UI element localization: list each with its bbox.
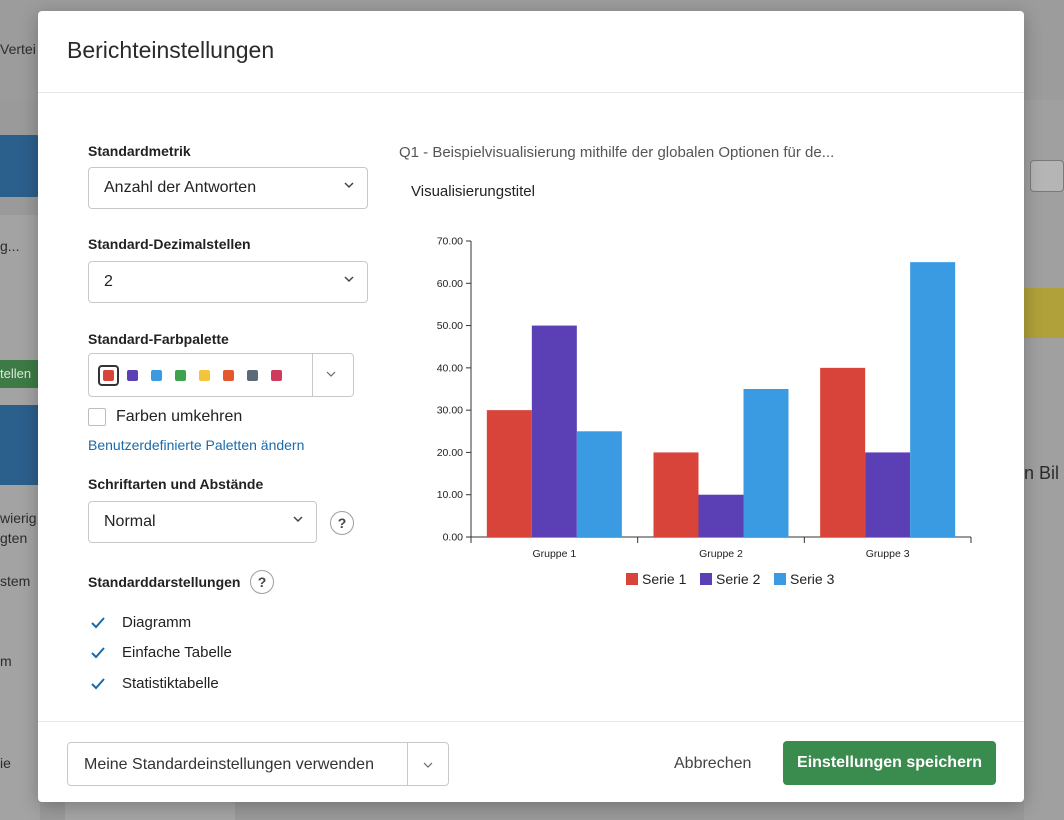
- legend-label: Serie 1: [642, 571, 687, 587]
- metric-value: Anzahl der Antworten: [104, 179, 257, 196]
- legend-swatch: [774, 573, 786, 585]
- bar-serie-1: [653, 452, 699, 537]
- report-settings-dialog: Berichteinstellungen Standardmetrik Anza…: [38, 11, 1024, 802]
- fonts-value: Normal: [104, 513, 156, 530]
- decimals-value: 2: [104, 273, 113, 290]
- bar-serie-2: [698, 494, 744, 537]
- default-views-help-icon[interactable]: ?: [250, 570, 274, 594]
- invert-colors-checkbox[interactable]: [88, 408, 106, 426]
- palette-label: Standard-Farbpalette: [88, 331, 229, 347]
- bar-serie-3: [743, 389, 789, 537]
- bg-bottom-bar: [65, 800, 235, 820]
- custom-palettes-link[interactable]: Benutzerdefinierte Paletten ändern: [88, 437, 304, 453]
- x-tick-label: Gruppe 3: [866, 548, 910, 560]
- chevron-down-icon: [344, 274, 354, 284]
- legend-swatch: [700, 573, 712, 585]
- dialog-header: Berichteinstellungen: [38, 11, 1024, 93]
- bar-serie-2: [865, 452, 911, 537]
- palette-swatch: [199, 370, 210, 381]
- bg-blue-button: [0, 135, 40, 197]
- palette-swatch: [271, 370, 282, 381]
- dialog-title: Berichteinstellungen: [67, 37, 275, 63]
- bg-blue-block: [0, 405, 38, 485]
- check-icon[interactable]: [89, 614, 107, 632]
- view-option-stats-table: Statistiktabelle: [122, 675, 219, 692]
- bar-serie-3: [576, 431, 622, 537]
- view-option-diagram: Diagramm: [122, 614, 192, 631]
- visualization-title: Visualisierungstitel: [411, 183, 535, 200]
- legend-label: Serie 2: [716, 571, 761, 587]
- y-tick-label: 0.00: [443, 532, 464, 544]
- chevron-down-icon[interactable]: [423, 760, 433, 770]
- bg-left-text: ie: [0, 755, 11, 771]
- palette-swatch: [151, 370, 162, 381]
- check-icon[interactable]: [89, 675, 107, 693]
- view-option-simple-table: Einfache Tabelle: [122, 644, 232, 661]
- use-my-defaults-button[interactable]: Meine Standardeinstellungen verwenden: [67, 742, 449, 786]
- decimals-label: Standard-Dezimalstellen: [88, 236, 251, 252]
- y-tick-label: 50.00: [437, 320, 463, 332]
- bg-left-text: stem: [0, 573, 31, 589]
- save-settings-button[interactable]: Einstellungen speichern: [783, 741, 996, 785]
- palette-swatch: [127, 370, 138, 381]
- chevron-down-icon: [344, 180, 354, 190]
- check-icon[interactable]: [89, 644, 107, 662]
- legend-swatch: [626, 573, 638, 585]
- bg-right-panel: [1024, 100, 1064, 820]
- bg-share-button: [1030, 160, 1064, 192]
- bg-left-text: m: [0, 653, 12, 669]
- y-tick-label: 40.00: [437, 362, 463, 374]
- bg-yellow-bar: [1024, 288, 1064, 338]
- palette-swatch: [103, 370, 114, 381]
- x-tick-label: Gruppe 2: [699, 548, 743, 560]
- bar-serie-1: [820, 367, 866, 537]
- y-tick-label: 70.00: [437, 236, 463, 248]
- bg-left-text: gten: [0, 530, 28, 546]
- bar-chart: 0.00 10.00 20.00 30.00 40.00 50.00 60.00 70.00 G…: [437, 236, 972, 587]
- bar-serie-1: [486, 410, 532, 537]
- palette-swatch: [247, 370, 258, 381]
- chevron-down-icon: [293, 514, 303, 524]
- bg-right-text: n Bil: [1024, 463, 1060, 483]
- fonts-select[interactable]: Normal: [88, 501, 317, 543]
- preview-question-title: Q1 - Beispielvisualisierung mithilfe der…: [399, 144, 835, 161]
- bg-left-text: wierig: [0, 510, 37, 526]
- x-tick-label: Gruppe 1: [532, 548, 576, 560]
- y-tick-label: 20.00: [437, 447, 463, 459]
- y-tick-label: 10.00: [437, 489, 463, 501]
- legend-label: Serie 3: [790, 571, 835, 587]
- bar-serie-3: [910, 262, 956, 537]
- decimals-select[interactable]: 2: [88, 261, 368, 303]
- palette-select[interactable]: [88, 353, 354, 397]
- metric-select[interactable]: Anzahl der Antworten: [88, 167, 368, 209]
- use-my-defaults-label: Meine Standardeinstellungen verwenden: [84, 756, 374, 773]
- dialog-footer: Meine Standardeinstellungen verwenden Ab…: [38, 721, 1024, 802]
- metric-label: Standardmetrik: [88, 143, 191, 159]
- bg-tab-label: Vertei: [0, 41, 36, 57]
- palette-swatch: [223, 370, 234, 381]
- bg-left-text: g...: [0, 238, 20, 254]
- y-tick-label: 30.00: [437, 405, 463, 417]
- bar-serie-2: [531, 325, 577, 537]
- invert-colors-label: Farben umkehren: [116, 408, 243, 425]
- bg-green-badge: tellen: [0, 360, 38, 388]
- chevron-down-icon[interactable]: [326, 369, 336, 379]
- split-button-divider: [407, 743, 408, 785]
- default-views-label: Standarddarstellungen: [88, 574, 241, 590]
- cancel-button[interactable]: Abbrechen: [674, 755, 751, 773]
- bg-green-label: tellen: [0, 366, 32, 381]
- palette-divider: [312, 354, 313, 396]
- fonts-label: Schriftarten und Abstände: [88, 476, 264, 492]
- fonts-help-icon[interactable]: ?: [330, 511, 354, 535]
- y-tick-label: 60.00: [437, 278, 463, 290]
- palette-swatch: [175, 370, 186, 381]
